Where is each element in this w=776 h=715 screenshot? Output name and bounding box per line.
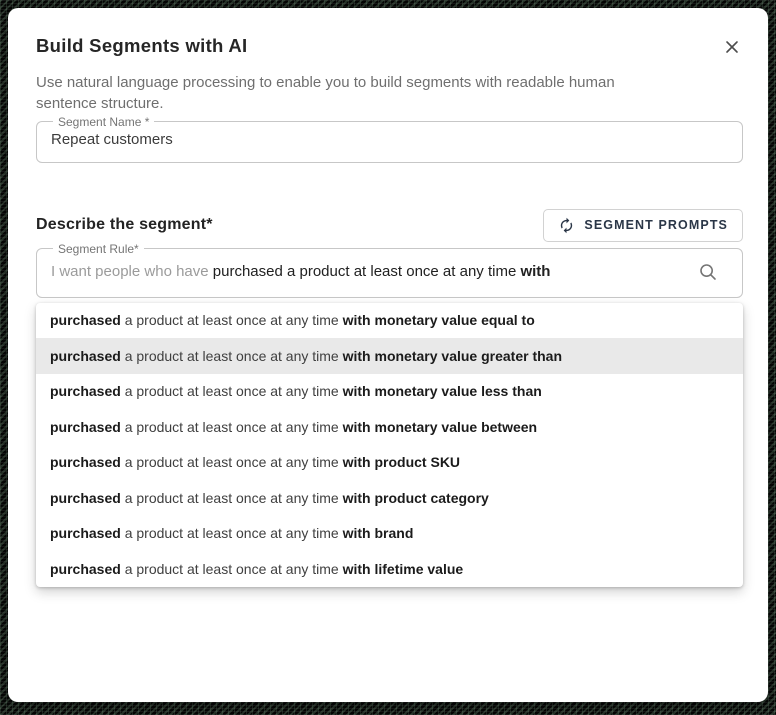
suggestion-middle: a product at least once at any time [121,383,343,399]
suggestion-qualifier: with product category [343,490,489,506]
suggestion-qualifier: with monetary value less than [343,383,542,399]
suggestion-qualifier: with product SKU [343,454,460,470]
segment-rule-label: Segment Rule* [53,242,144,256]
suggestion-middle: a product at least once at any time [121,561,343,577]
suggestion-middle: a product at least once at any time [121,348,343,364]
rule-prefix-text: I want people who have [51,263,213,280]
close-button[interactable] [721,36,743,58]
suggestion-verb: purchased [50,312,121,328]
suggestion-verb: purchased [50,525,121,541]
suggestion-item[interactable]: purchased a product at least once at any… [36,303,743,339]
suggestion-middle: a product at least once at any time [121,312,343,328]
suggestion-item[interactable]: purchased a product at least once at any… [36,338,743,374]
modal-header: Build Segments with AI [36,35,743,58]
suggestions-dropdown: purchased a product at least once at any… [36,303,743,587]
suggestion-qualifier: with monetary value equal to [343,312,535,328]
suggestion-middle: a product at least once at any time [121,525,343,541]
suggestion-qualifier: with monetary value between [343,419,538,435]
suggestion-item[interactable]: purchased a product at least once at any… [36,551,743,587]
suggestion-verb: purchased [50,383,121,399]
segment-rule-row: I want people who have purchased a produ… [49,256,730,297]
segment-name-label: Segment Name * [53,115,154,129]
suggestion-qualifier: with brand [343,525,414,541]
suggestion-verb: purchased [50,348,121,364]
suggestion-item[interactable]: purchased a product at least once at any… [36,409,743,445]
suggestion-verb: purchased [50,561,121,577]
refresh-icon [558,217,575,234]
suggestion-verb: purchased [50,454,121,470]
segment-name-input[interactable] [49,129,730,162]
page-title: Build Segments with AI [36,35,247,57]
suggestion-qualifier: with lifetime value [343,561,464,577]
search-icon[interactable] [698,262,718,282]
rule-typed-text: purchased a product at least once at any… [213,263,521,280]
segment-prompts-label: SEGMENT PROMPTS [584,218,728,232]
suggestion-middle: a product at least once at any time [121,419,343,435]
segment-prompts-button[interactable]: SEGMENT PROMPTS [543,209,743,242]
suggestion-middle: a product at least once at any time [121,490,343,506]
suggestion-item[interactable]: purchased a product at least once at any… [36,445,743,481]
close-icon [723,38,741,56]
rule-typed-bold: with [520,263,550,280]
build-segments-modal: Build Segments with AI Use natural langu… [8,8,768,702]
suggestion-qualifier: with monetary value greater than [343,348,562,364]
segment-rule-input[interactable]: I want people who have purchased a produ… [51,263,698,280]
modal-description: Use natural language processing to enabl… [36,72,636,115]
suggestion-item[interactable]: purchased a product at least once at any… [36,516,743,552]
suggestion-verb: purchased [50,490,121,506]
describe-row: Describe the segment* SEGMENT PROMPTS [36,209,743,242]
suggestion-item[interactable]: purchased a product at least once at any… [36,480,743,516]
describe-heading: Describe the segment* [36,216,213,234]
suggestion-item[interactable]: purchased a product at least once at any… [36,374,743,410]
segment-rule-field: Segment Rule* I want people who have pur… [36,242,743,298]
suggestion-middle: a product at least once at any time [121,454,343,470]
suggestion-verb: purchased [50,419,121,435]
segment-name-field: Segment Name * [36,115,743,163]
